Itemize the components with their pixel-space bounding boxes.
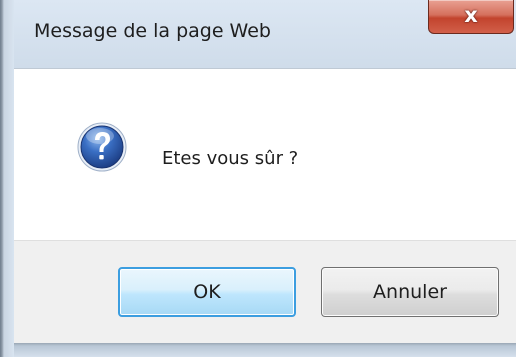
title-bar[interactable]: Message de la page Web x <box>14 0 516 68</box>
message-text: Etes vous sûr ? <box>162 148 299 169</box>
close-button[interactable]: x <box>428 0 514 34</box>
dialog-window: Message de la page Web x Etes vous sûr ?… <box>0 0 516 357</box>
dialog-title: Message de la page Web <box>34 20 271 42</box>
cancel-button-label: Annuler <box>373 281 447 303</box>
ok-button[interactable]: OK <box>118 267 296 317</box>
cancel-button[interactable]: Annuler <box>321 267 499 317</box>
question-icon <box>77 122 127 172</box>
message-area: Etes vous sûr ? <box>14 68 516 240</box>
ok-button-label: OK <box>193 281 221 303</box>
close-icon: x <box>464 3 478 27</box>
window-frame-edge <box>0 0 14 357</box>
window-frame-bottom <box>14 343 516 357</box>
button-bar: OK Annuler <box>14 240 516 343</box>
